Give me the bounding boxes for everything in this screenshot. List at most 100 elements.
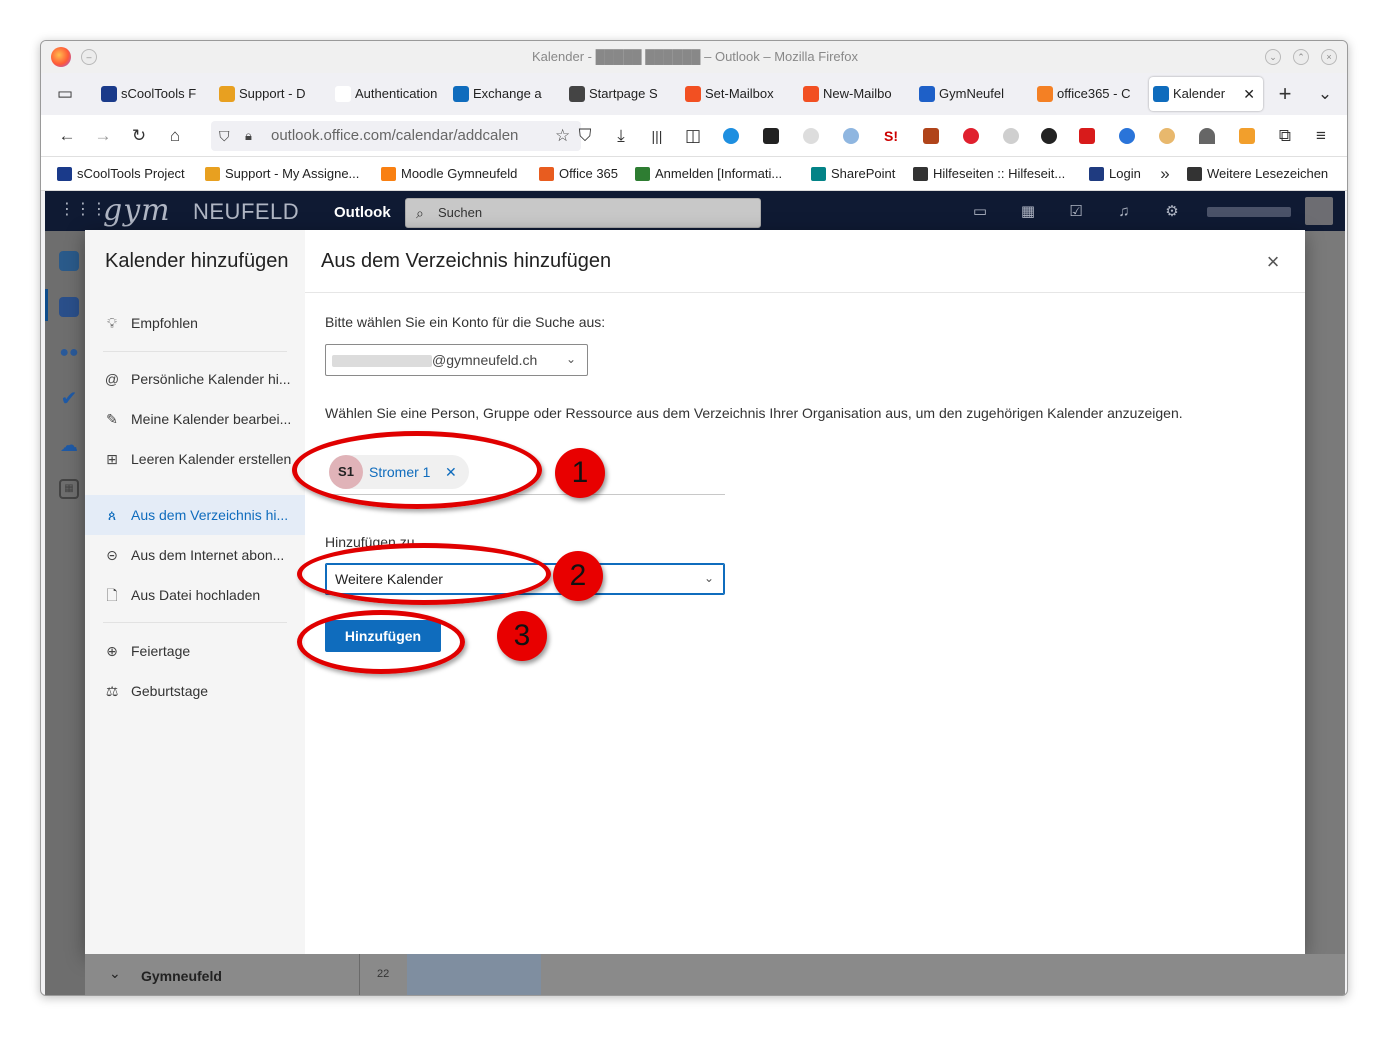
teams-chat-icon[interactable]: ▭ bbox=[971, 203, 989, 221]
tab-6[interactable]: Set-Mailbox bbox=[681, 77, 789, 111]
settings-gear-icon[interactable]: ⚙ bbox=[1163, 203, 1181, 221]
extension-cloud-icon[interactable] bbox=[803, 128, 819, 144]
bookmark-item[interactable]: SharePoint bbox=[811, 157, 895, 191]
bookmark-item[interactable]: Office 365 bbox=[539, 157, 618, 191]
office-icon[interactable]: ▦ bbox=[1019, 203, 1037, 221]
extension-arch-icon[interactable] bbox=[1199, 128, 1215, 144]
bookmark-item[interactable]: Anmelden [Informati... bbox=[635, 157, 782, 191]
tab-overview-icon[interactable]: ▭ bbox=[53, 82, 77, 106]
bookmark-item[interactable]: sCoolTools Project bbox=[57, 157, 185, 191]
bookmark-item[interactable]: Moodle Gymneufeld bbox=[381, 157, 517, 191]
tab-label: Kalender bbox=[1173, 86, 1226, 101]
at-icon: @ bbox=[104, 371, 120, 387]
downloads-icon[interactable]: ⤓ bbox=[609, 124, 633, 148]
nav-item-edit-calendars[interactable]: ✎ Meine Kalender bearbei... bbox=[85, 399, 305, 439]
tab-10[interactable]: Kalender ✕ bbox=[1149, 77, 1263, 111]
extension-t-icon[interactable] bbox=[1041, 128, 1057, 144]
list-tabs-icon[interactable]: ⌄ bbox=[1313, 82, 1337, 106]
back-icon[interactable]: ← bbox=[55, 124, 79, 148]
search-placeholder[interactable]: Suchen bbox=[438, 199, 482, 227]
tab-label: Support - D bbox=[239, 86, 306, 101]
tab-4[interactable]: Exchange a bbox=[449, 77, 557, 111]
nav-item-blank-calendar[interactable]: ⊞ Leeren Kalender erstellen bbox=[85, 439, 305, 479]
tab-7[interactable]: New-Mailbo bbox=[799, 77, 907, 111]
extension-s-icon[interactable]: S! bbox=[883, 128, 899, 144]
people-icon[interactable]: ●● bbox=[59, 343, 79, 363]
extension-gear-icon[interactable] bbox=[923, 128, 939, 144]
bookmark-item[interactable]: Weitere Lesezeichen bbox=[1187, 157, 1328, 191]
sidebar-icon[interactable]: ◫ bbox=[681, 124, 705, 148]
app-name[interactable]: Outlook bbox=[334, 204, 391, 221]
extension-notes-icon[interactable] bbox=[763, 128, 779, 144]
mail-icon[interactable] bbox=[59, 251, 79, 271]
nav-item-upload-file[interactable]: 🗋 Aus Datei hochladen bbox=[85, 575, 305, 615]
shield-icon[interactable]: ⛉ bbox=[219, 128, 235, 144]
pocket-icon[interactable]: ⛉ bbox=[573, 124, 597, 148]
bookmark-label: sCoolTools Project bbox=[77, 166, 185, 181]
forward-icon[interactable]: → bbox=[91, 124, 115, 148]
minimize-icon[interactable]: ⌄ bbox=[1265, 49, 1281, 65]
menu-icon[interactable]: ≡ bbox=[1309, 124, 1333, 148]
home-icon[interactable]: ⌂ bbox=[163, 124, 187, 148]
extension-c-icon[interactable] bbox=[1119, 128, 1135, 144]
url-bar[interactable]: ⛉ 🔒︎ outlook.office.com/calendar/addcale… bbox=[211, 121, 581, 151]
annotation-ring-1 bbox=[292, 431, 542, 509]
extension-hand-icon[interactable] bbox=[1159, 128, 1175, 144]
tab-9[interactable]: office365 - C bbox=[1033, 77, 1141, 111]
tab-2[interactable]: Support - D bbox=[215, 77, 321, 111]
tab-8[interactable]: GymNeufel bbox=[915, 77, 1023, 111]
apps-icon[interactable]: ▦ bbox=[59, 479, 79, 499]
nav-item-empfohlen[interactable]: 💡︎ Empfohlen bbox=[85, 303, 305, 343]
nav-item-internet[interactable]: ⊝ Aus dem Internet abon... bbox=[85, 535, 305, 575]
nav-item-birthdays[interactable]: ⚖ Geburtstage bbox=[85, 671, 305, 711]
calendar-group-label[interactable]: Gymneufeld bbox=[141, 968, 222, 984]
tab-label: New-Mailbo bbox=[823, 86, 892, 101]
extension-2-icon[interactable] bbox=[1239, 128, 1255, 144]
globe-icon: ⊕ bbox=[106, 643, 118, 659]
app-rail: ●● ✔ ☁ ▦ bbox=[45, 231, 85, 995]
account-dropdown[interactable]: @gymneufeld.ch ⌄ bbox=[325, 344, 588, 376]
bookmark-item[interactable]: Login bbox=[1089, 157, 1141, 191]
bookmark-item[interactable]: Hilfeseiten :: Hilfeseit... bbox=[913, 157, 1065, 191]
extension-globe-icon[interactable] bbox=[843, 128, 859, 144]
bell-icon[interactable]: ♫ bbox=[1115, 203, 1133, 221]
user-name-blurred[interactable] bbox=[1207, 207, 1291, 217]
nav-item-label: Leeren Kalender erstellen bbox=[131, 451, 292, 467]
tab-5[interactable]: Startpage S bbox=[565, 77, 673, 111]
extension-red-icon[interactable] bbox=[1079, 128, 1095, 144]
avatar[interactable] bbox=[1305, 197, 1333, 225]
search-box[interactable]: ⌕ Suchen bbox=[405, 198, 761, 228]
lock-icon[interactable]: 🔒︎ bbox=[245, 128, 261, 144]
calendar-icon[interactable] bbox=[59, 297, 79, 317]
extensions-icon[interactable]: ⧉ bbox=[1273, 124, 1297, 148]
close-window-icon[interactable]: × bbox=[1321, 49, 1337, 65]
maximize-icon[interactable]: ⌃ bbox=[1293, 49, 1309, 65]
annotation-number-2: 2 bbox=[553, 551, 603, 601]
library-icon[interactable]: ||| bbox=[645, 124, 669, 148]
file-icon: 🗋 bbox=[106, 587, 118, 603]
bookmark-label: SharePoint bbox=[831, 166, 896, 181]
app-launcher-icon[interactable]: ⋮⋮⋮ bbox=[59, 201, 107, 219]
bookmark-star-icon[interactable]: ☆ bbox=[555, 126, 575, 146]
url-text[interactable]: outlook.office.com/calendar/addcalen bbox=[271, 121, 518, 151]
more-bookmarks-icon[interactable]: » bbox=[1153, 162, 1177, 186]
nav-item-directory[interactable]: ጰ Aus dem Verzeichnis hi... bbox=[85, 495, 305, 535]
reload-icon[interactable]: ↻ bbox=[127, 124, 151, 148]
nav-item-holidays[interactable]: ⊕ Feiertage bbox=[85, 631, 305, 671]
onedrive-icon[interactable]: ☁ bbox=[59, 435, 79, 455]
extension-grey-icon[interactable] bbox=[1003, 128, 1019, 144]
tab-1[interactable]: sCoolTools F bbox=[97, 77, 205, 111]
close-icon[interactable]: × bbox=[1261, 250, 1285, 274]
adblock-icon[interactable] bbox=[963, 128, 979, 144]
todo-check-icon[interactable]: ✔ bbox=[59, 389, 79, 409]
nav-item-personal-calendars[interactable]: @ Persönliche Kalender hi... bbox=[85, 359, 305, 399]
extension-sync-icon[interactable] bbox=[723, 128, 739, 144]
chevron-down-icon[interactable]: ⌄ bbox=[109, 965, 121, 982]
todo-icon[interactable]: ☑ bbox=[1067, 203, 1085, 221]
new-tab-icon[interactable]: + bbox=[1273, 82, 1297, 106]
tab-3[interactable]: Authentication bbox=[331, 77, 441, 111]
directory-prompt: Wählen Sie eine Person, Gruppe oder Ress… bbox=[325, 405, 1183, 421]
title-bar: – Kalender - █████ ██████ – Outlook – Mo… bbox=[41, 41, 1347, 73]
bookmark-item[interactable]: Support - My Assigne... bbox=[205, 157, 359, 191]
close-tab-icon[interactable]: ✕ bbox=[1243, 77, 1255, 111]
